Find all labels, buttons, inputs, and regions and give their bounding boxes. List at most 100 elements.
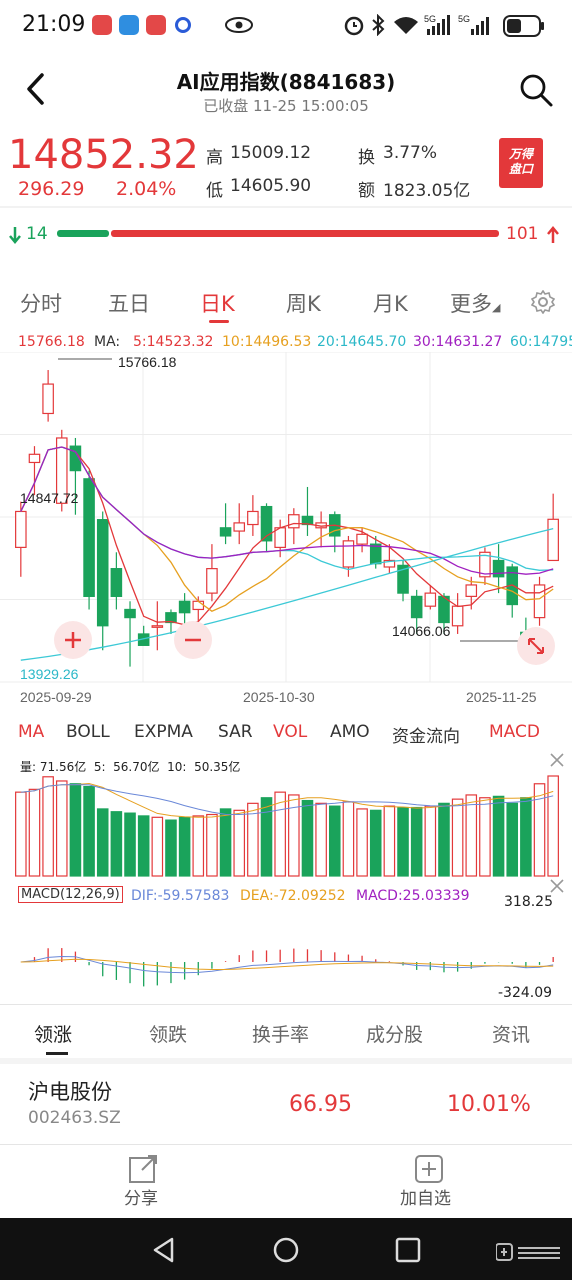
candle-body	[342, 540, 355, 568]
candle-body	[492, 559, 505, 578]
add-watchlist-button[interactable]: 加自选	[390, 1150, 470, 1210]
stock-code: 002463.SZ	[28, 1108, 121, 1128]
volume-bar	[520, 797, 532, 877]
volume-bar	[178, 816, 191, 877]
expand-icon[interactable]	[517, 627, 555, 665]
zoom-out-button[interactable]	[174, 621, 212, 659]
x-tick-label: 2025-11-25	[466, 689, 537, 705]
volume-bar	[369, 809, 382, 877]
indicator-tab-vol[interactable]: VOL	[273, 722, 307, 742]
tab-more[interactable]: 更多◢	[450, 288, 500, 318]
volume-bar	[383, 805, 396, 877]
tab-weekly-k[interactable]: 周K	[286, 288, 321, 318]
indicator-tab-ma[interactable]: MA	[18, 722, 44, 742]
eye-icon	[225, 17, 253, 33]
alarm-icon	[344, 16, 364, 36]
advancers-bar	[111, 230, 499, 237]
wind-panel-badge[interactable]: 万得盘口	[499, 138, 543, 188]
ma20-value: 20:14645.70	[317, 334, 407, 350]
indicator-tab-boll[interactable]: BOLL	[66, 722, 110, 742]
divider	[0, 1144, 572, 1145]
close-icon[interactable]	[549, 878, 565, 894]
settings-gear-icon[interactable]	[531, 290, 555, 314]
candle-body	[369, 543, 382, 565]
turnover-value: 3.77%	[383, 143, 438, 163]
amount-label: 额	[358, 181, 375, 201]
svg-text:5G: 5G	[424, 14, 436, 24]
tab-news[interactable]: 资讯	[492, 1020, 530, 1047]
low-value: 14605.90	[230, 176, 312, 196]
chart-top-value: 15766.18	[18, 334, 85, 350]
page-title: AI应用指数(8841683)	[176, 70, 396, 94]
volume-bar	[192, 815, 205, 877]
status-bar: 21:09 5G 5G	[0, 0, 572, 52]
indicator-tab-amo[interactable]: AMO	[330, 722, 370, 742]
volume-bar	[151, 816, 164, 877]
decliners-bar	[57, 230, 109, 237]
indicator-tab-macd[interactable]: MACD	[489, 722, 540, 742]
list-item[interactable]: 沪电股份 002463.SZ 66.95 10.01%	[0, 1064, 572, 1144]
indicator-tab-fund-flow[interactable]: 资金流向	[392, 722, 460, 747]
low-marker-label: 14066.06	[392, 623, 451, 639]
macd-line	[20, 955, 554, 974]
indicator-tab-sar[interactable]: SAR	[218, 722, 253, 742]
tab-five-day[interactable]: 五日	[108, 288, 150, 318]
share-icon	[129, 1155, 157, 1183]
volume-bar	[492, 795, 505, 877]
back-nav-icon[interactable]	[150, 1236, 178, 1264]
indicator-tab-expma[interactable]: EXPMA	[134, 722, 193, 742]
add-watchlist-label: 加自选	[400, 1189, 451, 1209]
high-marker-label: 15766.18	[118, 354, 177, 370]
high-label: 高	[206, 148, 223, 168]
candle-body	[424, 592, 437, 607]
tab-more-label: 更多	[450, 292, 492, 316]
share-button[interactable]: 分享	[100, 1150, 186, 1210]
tab-intraday[interactable]: 分时	[20, 288, 62, 318]
zoom-in-button[interactable]	[54, 621, 92, 659]
candle-body	[124, 608, 136, 619]
divider	[0, 206, 572, 208]
up-arrow-icon	[547, 226, 559, 243]
wifi-icon	[394, 17, 418, 34]
volume-bar	[342, 801, 355, 877]
volume-bar	[83, 785, 95, 877]
tab-turnover-rate[interactable]: 换手率	[252, 1020, 309, 1047]
app-notification-icon	[119, 15, 139, 35]
tab-monthly-k[interactable]: 月K	[373, 288, 408, 318]
close-icon[interactable]	[549, 752, 565, 768]
divider	[0, 1004, 572, 1005]
tab-constituents[interactable]: 成分股	[366, 1020, 423, 1047]
volume-bar	[110, 811, 123, 877]
home-nav-icon[interactable]	[272, 1236, 300, 1264]
price-change: 296.29	[18, 178, 85, 200]
macd-title[interactable]: MACD(12,26,9)	[18, 886, 123, 903]
signal-icon: 5G	[458, 14, 489, 35]
tab-top-gainers[interactable]: 领涨	[34, 1020, 72, 1047]
volume-bar	[465, 794, 478, 877]
low-label: 低	[206, 181, 223, 201]
tab-daily-k[interactable]: 日K	[200, 288, 235, 318]
system-nav-bar	[0, 1218, 572, 1280]
tab-top-losers[interactable]: 领跌	[149, 1020, 187, 1047]
low-level-label: 13929.26	[20, 666, 79, 682]
volume-bar	[233, 809, 246, 877]
candle-body	[547, 518, 559, 562]
volume-bar	[451, 798, 464, 877]
volume-bar	[28, 788, 41, 877]
app-notification-icon	[175, 17, 191, 33]
battery-icon	[503, 15, 544, 37]
candle-body	[206, 568, 218, 594]
candlestick-chart[interactable]: 15766.18 14847.72 13929.26 14066.06 2025…	[0, 352, 572, 708]
candle-body	[151, 625, 164, 628]
candle-body	[247, 510, 259, 526]
volume-bar	[424, 805, 437, 877]
volume-bar	[315, 802, 327, 877]
search-icon[interactable]	[518, 72, 554, 108]
volume-bar	[137, 815, 150, 877]
candle-body	[15, 510, 27, 548]
high-value: 15009.12	[230, 143, 312, 163]
recents-nav-icon[interactable]	[394, 1236, 422, 1264]
app-notification-icon	[92, 15, 112, 35]
ma-legend: 15766.18 MA: 5:14523.32 10:14496.53 20:1…	[0, 334, 572, 352]
volume-bar	[438, 802, 450, 877]
